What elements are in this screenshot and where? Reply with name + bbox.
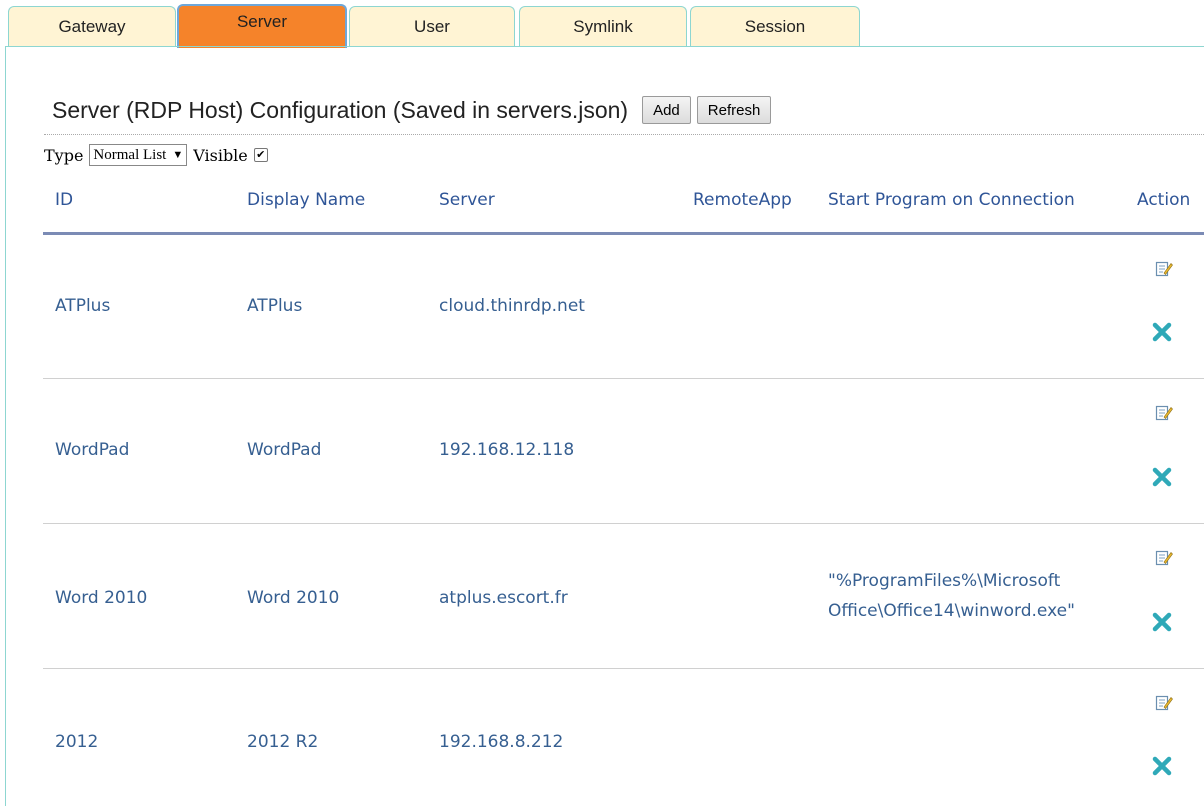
row-divider: [43, 523, 1204, 524]
column-header-display-name[interactable]: Display Name: [247, 190, 365, 210]
edit-icon[interactable]: [1155, 260, 1173, 278]
column-header-id[interactable]: ID: [55, 190, 73, 210]
cell-server: atplus.escort.fr: [439, 588, 568, 608]
visible-label: Visible: [193, 145, 248, 165]
cell-id: Word 2010: [55, 588, 148, 608]
tab-session[interactable]: Session: [690, 6, 860, 46]
edit-icon[interactable]: [1155, 549, 1173, 567]
type-select[interactable]: Normal List ▼: [89, 144, 188, 166]
divider: [44, 134, 1204, 135]
type-label: Type: [44, 145, 84, 165]
cell-server: 192.168.12.118: [439, 440, 575, 460]
tab-user[interactable]: User: [349, 6, 515, 46]
checkmark-icon: ✔: [256, 148, 266, 161]
delete-icon[interactable]: [1151, 321, 1173, 343]
chevron-down-icon: ▼: [172, 149, 184, 161]
column-header-start-program[interactable]: Start Program on Connection: [828, 190, 1075, 210]
tab-server[interactable]: Server: [177, 4, 347, 48]
delete-icon[interactable]: [1151, 466, 1173, 488]
tab-symlink[interactable]: Symlink: [519, 6, 687, 46]
cell-id: 2012: [55, 732, 99, 752]
delete-icon[interactable]: [1151, 755, 1173, 777]
row-divider: [43, 378, 1204, 379]
refresh-button[interactable]: Refresh: [696, 96, 772, 124]
add-button[interactable]: Add: [642, 96, 691, 124]
cell-display-name: WordPad: [247, 440, 322, 460]
visible-checkbox[interactable]: ✔: [253, 148, 268, 162]
tab-bar: Gateway Server User Symlink Session: [0, 0, 1204, 48]
edit-icon[interactable]: [1155, 404, 1173, 422]
cell-id: WordPad: [55, 440, 130, 460]
cell-display-name: Word 2010: [247, 588, 340, 608]
cell-start-program-line: Office\Office14\winword.exe": [828, 601, 1075, 621]
type-select-value: Normal List: [93, 146, 167, 163]
page-header: Server (RDP Host) Configuration (Saved i…: [52, 96, 772, 124]
column-header-remoteapp[interactable]: RemoteApp: [693, 190, 792, 210]
header-divider: [43, 232, 1204, 235]
tab-gateway[interactable]: Gateway: [8, 6, 176, 46]
row-divider: [43, 668, 1204, 669]
page-title: Server (RDP Host) Configuration (Saved i…: [52, 96, 629, 123]
cell-server: cloud.thinrdp.net: [439, 296, 585, 316]
filter-row: Type Normal List ▼ Visible ✔: [44, 144, 268, 166]
delete-icon[interactable]: [1151, 611, 1173, 633]
cell-display-name: 2012 R2: [247, 732, 319, 752]
cell-display-name: ATPlus: [247, 296, 303, 316]
column-header-server[interactable]: Server: [439, 190, 495, 210]
cell-id: ATPlus: [55, 296, 111, 316]
cell-start-program-line: "%ProgramFiles%\Microsoft: [828, 571, 1061, 591]
column-header-action: Action: [1137, 190, 1191, 210]
edit-icon[interactable]: [1155, 694, 1173, 712]
cell-server: 192.168.8.212: [439, 732, 564, 752]
cell-start-program: "%ProgramFiles%\Microsoft Office\Office1…: [828, 566, 1075, 626]
